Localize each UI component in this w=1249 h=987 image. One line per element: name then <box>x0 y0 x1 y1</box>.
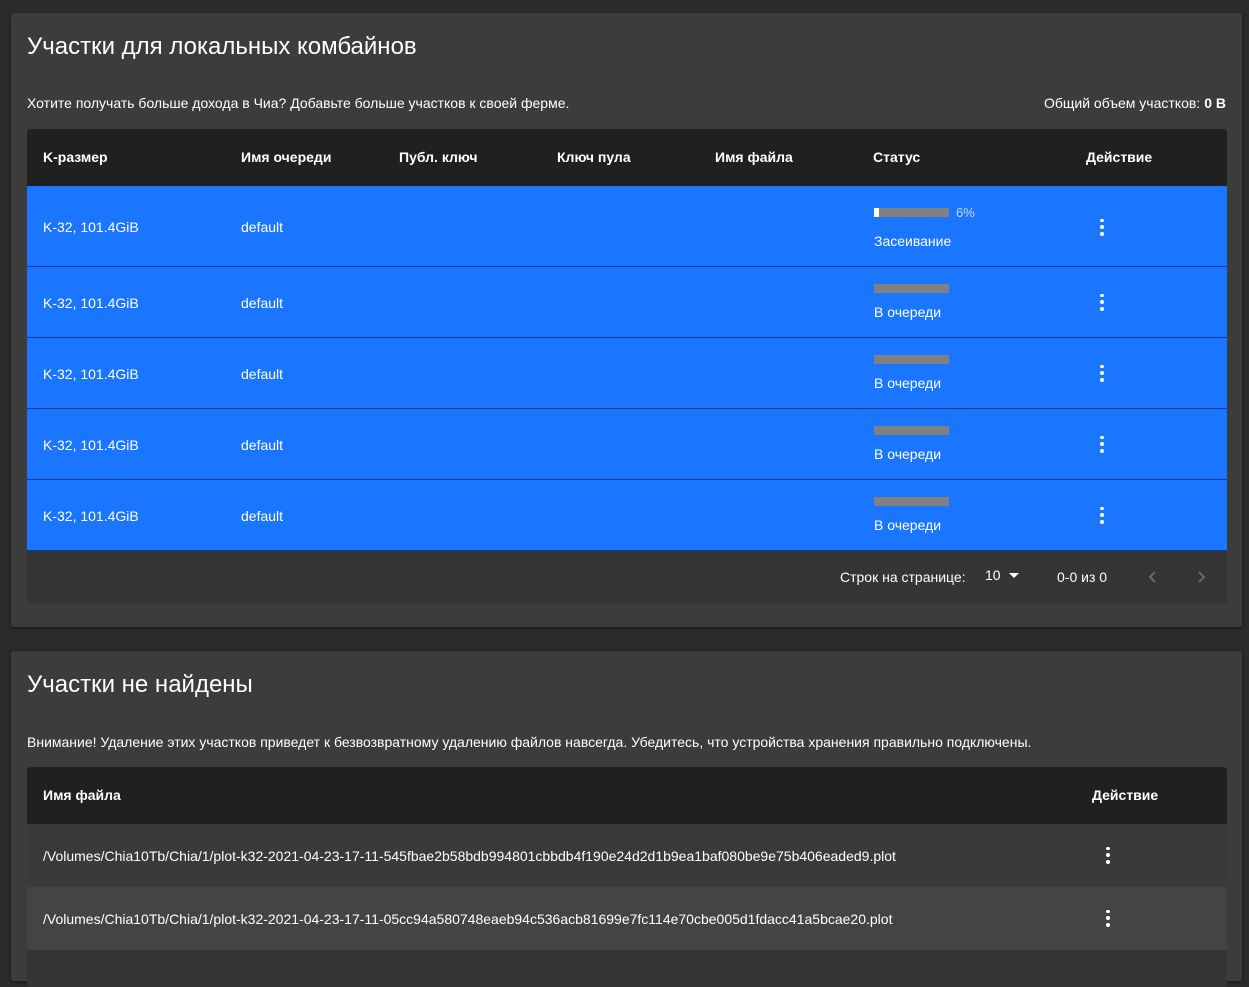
chevron-left-icon <box>1148 571 1156 583</box>
plots-table-header: K-размер Имя очереди Публ. ключ Ключ пул… <box>27 129 1227 186</box>
column-header-pool-key[interactable]: Ключ пула <box>557 149 631 165</box>
plot-progress-bar <box>874 208 949 217</box>
missing-plots-card: Участки не найдены Внимание! Удаление эт… <box>11 651 1242 987</box>
rows-per-page-label: Строк на странице: <box>840 569 966 585</box>
missing-plots-table-header: Имя файла Действие <box>27 767 1227 824</box>
table-row[interactable]: K-32, 101.4GiB default В очереди <box>27 409 1227 480</box>
total-plot-size-label: Общий объем участков: <box>1043 95 1201 111</box>
queue-name-cell: default <box>241 219 284 235</box>
k-size-cell: K-32, 101.4GiB <box>43 219 139 235</box>
missing-plots-title: Участки не найдены <box>27 671 253 698</box>
plot-status-text: Засеивание <box>874 233 952 249</box>
table-row[interactable]: K-32, 101.4GiB default 6% Засеивание <box>27 186 1227 267</box>
chevron-right-icon <box>1198 571 1206 583</box>
plot-progress-bar <box>874 284 949 293</box>
table-row[interactable]: K-32, 101.4GiB default В очереди <box>27 480 1227 551</box>
pagination-range: 0-0 из 0 <box>1057 569 1108 585</box>
table-row[interactable]: K-32, 101.4GiB default В очереди <box>27 338 1227 409</box>
column-header-queue-name[interactable]: Имя очереди <box>241 149 331 165</box>
k-size-cell: K-32, 101.4GiB <box>43 508 139 524</box>
filename-cell: /Volumes/Chia10Tb/Chia/1/plot-k32-2021-0… <box>43 911 893 927</box>
table-pagination: Строк на странице: 10 0-0 из 0 <box>27 551 1227 604</box>
more-vert-icon[interactable] <box>1092 434 1112 454</box>
more-vert-icon[interactable] <box>1098 845 1118 865</box>
more-vert-icon[interactable] <box>1092 505 1112 525</box>
queue-name-cell: default <box>241 366 284 382</box>
table-row[interactable]: /Volumes/Chia10Tb/Chia/1/plot-k32-2021-0… <box>27 824 1227 887</box>
column-header-public-key[interactable]: Публ. ключ <box>399 149 477 165</box>
missing-plots-warning: Внимание! Удаление этих участков приведе… <box>27 734 1032 750</box>
column-header-action: Действие <box>1086 149 1153 165</box>
total-plot-size-value: 0 B <box>1204 95 1226 111</box>
total-plot-size: Общий объем участков: 0 B <box>1044 95 1226 111</box>
filename-cell: /Volumes/Chia10Tb/Chia/1/plot-k32-2021-0… <box>43 848 896 864</box>
next-page-button[interactable] <box>1187 563 1215 591</box>
plot-progress-percent: 6% <box>956 205 975 220</box>
queue-name-cell: default <box>241 508 284 524</box>
k-size-cell: K-32, 101.4GiB <box>43 366 139 382</box>
caret-down-icon <box>1008 572 1019 578</box>
column-header-k-size[interactable]: K-размер <box>43 149 108 165</box>
plot-progress-bar <box>874 355 949 364</box>
queue-name-cell: default <box>241 437 284 453</box>
plots-table: K-размер Имя очереди Публ. ключ Ключ пул… <box>27 129 1227 604</box>
local-plots-card: Участки для локальных комбайнов Хотите п… <box>11 13 1242 627</box>
more-vert-icon[interactable] <box>1092 363 1112 383</box>
plot-progress-bar <box>874 426 949 435</box>
table-row[interactable]: /Volumes/Chia10Tb/Chia/1/plot-k32-2021-0… <box>27 887 1227 950</box>
more-vert-icon[interactable] <box>1098 908 1118 928</box>
local-plots-title: Участки для локальных комбайнов <box>27 33 417 60</box>
queue-name-cell: default <box>241 295 284 311</box>
plot-status-text: В очереди <box>874 517 942 533</box>
rows-per-page-select[interactable]: 10 <box>985 567 1019 583</box>
plot-progress-bar <box>874 497 949 506</box>
more-vert-icon[interactable] <box>1092 217 1112 237</box>
table-row[interactable]: K-32, 101.4GiB default В очереди <box>27 267 1227 338</box>
column-header-filename[interactable]: Имя файла <box>715 149 793 165</box>
previous-page-button[interactable] <box>1139 563 1167 591</box>
column-header-filename[interactable]: Имя файла <box>43 787 121 803</box>
column-header-action: Действие <box>1092 787 1159 803</box>
column-header-status[interactable]: Статус <box>873 149 920 165</box>
plot-status-text: В очереди <box>874 304 942 320</box>
plot-progress-fill <box>874 208 879 217</box>
missing-plots-table: Имя файла Действие /Volumes/Chia10Tb/Chi… <box>27 767 1227 987</box>
rows-per-page-value: 10 <box>985 567 1001 583</box>
local-plots-description: Хотите получать больше дохода в Чиа? Доб… <box>27 95 570 111</box>
k-size-cell: K-32, 101.4GiB <box>43 295 139 311</box>
k-size-cell: K-32, 101.4GiB <box>43 437 139 453</box>
plot-status-text: В очереди <box>874 375 942 391</box>
plot-status-text: В очереди <box>874 446 942 462</box>
more-vert-icon[interactable] <box>1092 292 1112 312</box>
